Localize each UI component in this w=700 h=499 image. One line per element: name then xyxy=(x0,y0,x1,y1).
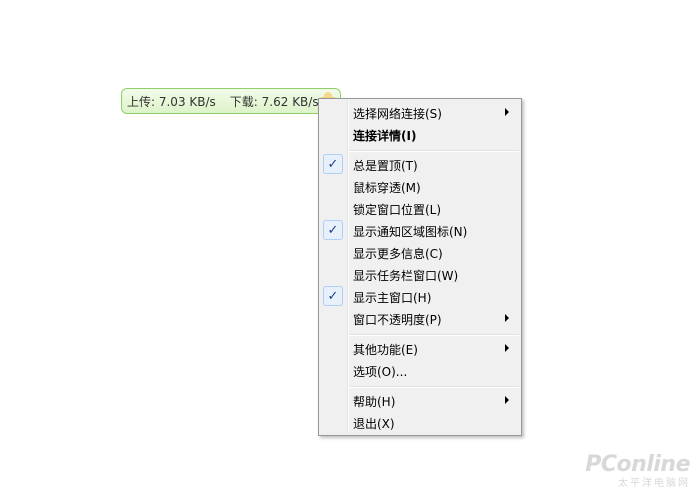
traffic-monitor-window[interactable]: 上传: 7.03 KB/s 下载: 7.62 KB/s xyxy=(121,88,341,114)
download-speed: 下载: 7.62 KB/s xyxy=(229,94,319,109)
menu-item-label: 显示任务栏窗口(W) xyxy=(353,269,459,283)
menu-item-label: 选项(O)... xyxy=(353,365,408,379)
menu-item-show-tray-icon[interactable]: ✓ 显示通知区域图标(N) xyxy=(321,219,519,241)
submenu-arrow-icon xyxy=(505,108,509,116)
submenu-arrow-icon xyxy=(505,344,509,352)
menu-item-show-main-window[interactable]: ✓ 显示主窗口(H) xyxy=(321,285,519,307)
checkmark-icon: ✓ xyxy=(323,154,343,174)
menu-item-options[interactable]: 选项(O)... xyxy=(321,359,519,381)
menu-item-label: 帮助(H) xyxy=(353,395,396,409)
menu-item-label: 窗口不透明度(P) xyxy=(353,313,442,327)
menu-item-label: 锁定窗口位置(L) xyxy=(353,203,442,217)
submenu-arrow-icon xyxy=(505,396,509,404)
watermark-logo: PConline 太平洋电脑网 xyxy=(585,452,690,489)
menu-separator xyxy=(349,386,519,388)
context-menu: 选择网络连接(S) 连接详情(I) ✓ 总是置顶(T) 鼠标穿透(M) 锁定窗口… xyxy=(318,98,522,436)
menu-item-exit[interactable]: 退出(X) xyxy=(321,411,519,433)
menu-item-label: 选择网络连接(S) xyxy=(353,107,442,121)
menu-item-lock-position[interactable]: 锁定窗口位置(L) xyxy=(321,197,519,219)
menu-separator xyxy=(349,334,519,336)
menu-item-help[interactable]: 帮助(H) xyxy=(321,389,519,411)
menu-item-show-taskbar-window[interactable]: 显示任务栏窗口(W) xyxy=(321,263,519,285)
upload-speed: 上传: 7.03 KB/s xyxy=(127,94,216,109)
menu-item-mouse-passthrough[interactable]: 鼠标穿透(M) xyxy=(321,175,519,197)
menu-item-label: 显示主窗口(H) xyxy=(353,291,432,305)
checkmark-icon: ✓ xyxy=(323,286,343,306)
menu-item-window-opacity[interactable]: 窗口不透明度(P) xyxy=(321,307,519,329)
menu-separator xyxy=(349,150,519,152)
menu-item-label: 显示更多信息(C) xyxy=(353,247,443,261)
menu-item-label: 显示通知区域图标(N) xyxy=(353,225,468,239)
menu-item-show-more-info[interactable]: 显示更多信息(C) xyxy=(321,241,519,263)
menu-item-connection-details[interactable]: 连接详情(I) xyxy=(321,123,519,145)
menu-item-label: 总是置顶(T) xyxy=(353,159,418,173)
submenu-arrow-icon xyxy=(505,314,509,322)
menu-item-label: 退出(X) xyxy=(353,417,395,431)
menu-item-label: 连接详情(I) xyxy=(353,129,417,143)
menu-item-select-network[interactable]: 选择网络连接(S) xyxy=(321,101,519,123)
menu-item-other-features[interactable]: 其他功能(E) xyxy=(321,337,519,359)
menu-item-label: 其他功能(E) xyxy=(353,343,418,357)
menu-item-always-on-top[interactable]: ✓ 总是置顶(T) xyxy=(321,153,519,175)
checkmark-icon: ✓ xyxy=(323,220,343,240)
menu-item-label: 鼠标穿透(M) xyxy=(353,181,421,195)
